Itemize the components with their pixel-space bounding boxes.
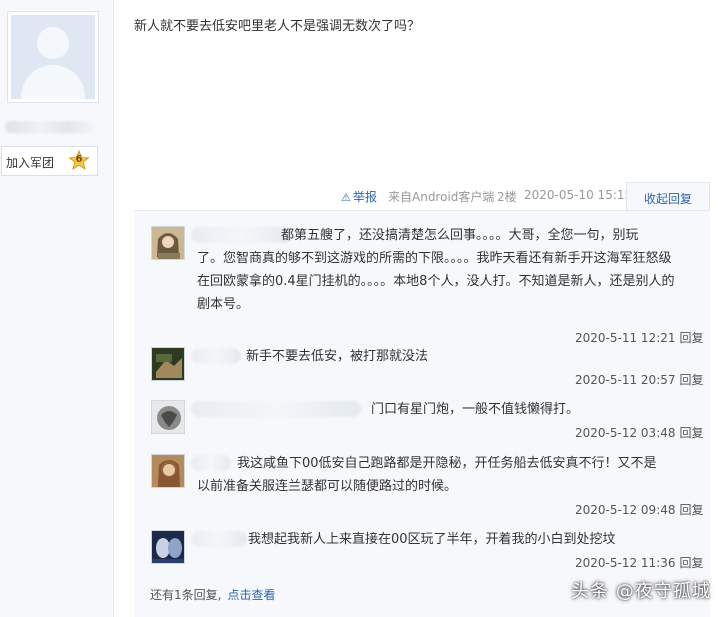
- reply-button[interactable]: 回复: [680, 373, 704, 387]
- reply-footer: 2020-5-12 03:48 回复: [575, 424, 704, 441]
- join-legion-label: 加入军团: [6, 156, 55, 170]
- client-source: 来自Android客户端: [388, 190, 495, 204]
- reply-avatar[interactable]: [151, 454, 185, 488]
- reply-text: 我想起我新人上来直接在00区玩了半年，开着我的小白到处挖坟: [248, 532, 616, 547]
- reply-footer: 2020-5-11 12:21 回复: [575, 329, 704, 346]
- reply-text: 门口有星门炮，一般不值钱懒得打。: [371, 402, 580, 417]
- watermark: 头条 @夜守孤城: [571, 581, 711, 602]
- reply-button[interactable]: 回复: [680, 426, 704, 440]
- replies-panel: 都第五艘了，还没搞清楚怎么回事。。。。大哥，全您一句，别玩 了。您智商真的够不到…: [134, 210, 710, 617]
- reply-username-blurred[interactable]: [191, 401, 361, 417]
- reply-username-blurred[interactable]: [191, 455, 231, 471]
- reply-time: 2020-5-12 11:36: [575, 556, 676, 570]
- reply-avatar[interactable]: [151, 530, 185, 564]
- reply-time: 2020-5-11 20:57: [575, 373, 676, 387]
- reply-username-blurred[interactable]: [191, 348, 241, 364]
- collapse-replies-label: 收起回复: [644, 192, 693, 206]
- post-time: 2020-05-10 15:15: [524, 188, 633, 202]
- reply-footer: 2020-5-11 20:57 回复: [575, 371, 704, 388]
- more-replies-text: 还有1条回复,: [150, 588, 222, 602]
- reply-footer: 2020-5-12 11:36 回复: [575, 554, 704, 571]
- report-label: 举报: [352, 190, 377, 204]
- reply-button[interactable]: 回复: [680, 331, 704, 345]
- collapse-replies-button[interactable]: 收起回复: [626, 182, 710, 211]
- reply-username-blurred[interactable]: [191, 227, 293, 243]
- reply-text: 以前准备关服连兰瑟都可以随便路过的时候。: [197, 479, 458, 494]
- warning-icon: ⚠: [341, 191, 351, 204]
- report-link[interactable]: ⚠ 举报: [341, 188, 377, 206]
- more-replies: 还有1条回复, 点击查看: [150, 586, 275, 603]
- level-number: 6: [75, 154, 83, 165]
- default-avatar-icon: [11, 15, 95, 99]
- join-legion-button[interactable]: 加入军团 6: [1, 146, 98, 176]
- reply-avatar[interactable]: [151, 400, 185, 434]
- reply-time: 2020-5-12 09:48: [575, 503, 676, 517]
- view-more-link[interactable]: 点击查看: [227, 588, 275, 602]
- reply-text: 了。您智商真的够不到这游戏的所需的下限。。。。我昨天看还有新手开这海军狂怒级在回…: [197, 251, 675, 312]
- reply-time: 2020-5-12 03:48: [575, 426, 676, 440]
- reply-time: 2020-5-11 12:21: [575, 331, 676, 345]
- reply-text-line: 都第五艘了，还没搞清楚怎么回事。。。。大哥，全您一句，别玩: [281, 228, 639, 243]
- reply-avatar[interactable]: [151, 226, 185, 260]
- reply-text: 新手不要去低安，被打那就没法: [246, 349, 429, 364]
- user-avatar[interactable]: [7, 11, 99, 103]
- reply-username-blurred[interactable]: [191, 531, 247, 547]
- reply-button[interactable]: 回复: [680, 556, 704, 570]
- username-blurred[interactable]: [5, 121, 95, 133]
- user-info-column: 加入军团 6: [0, 0, 114, 617]
- floor-number: 2楼: [497, 190, 517, 204]
- level-star-icon: 6: [68, 149, 90, 172]
- reply-footer: 2020-5-12 09:48 回复: [575, 501, 704, 518]
- reply-text-line: 我这咸鱼下00低安自己跑路都是开隐秘，开任务船去低安真不行！又不是: [237, 456, 657, 471]
- reply-avatar[interactable]: [151, 347, 185, 381]
- post-content: 新人就不要去低安吧里老人不是强调无数次了吗？: [134, 19, 421, 34]
- reply-button[interactable]: 回复: [680, 503, 704, 517]
